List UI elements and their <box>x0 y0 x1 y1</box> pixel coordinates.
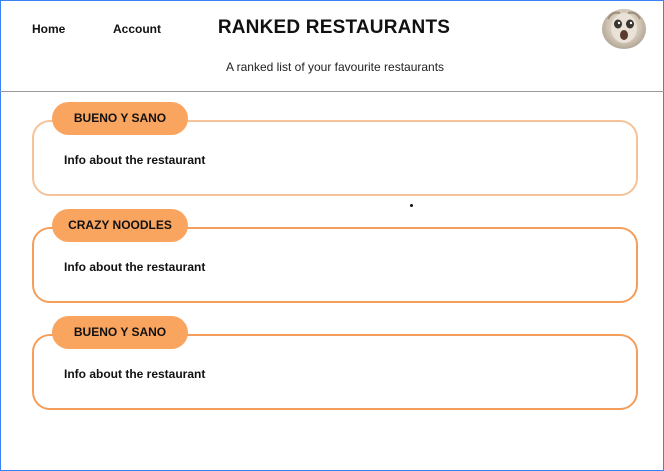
page-subtitle: A ranked list of your favourite restaura… <box>225 60 445 74</box>
avatar-face-icon <box>607 11 641 43</box>
restaurant-info: Info about the restaurant <box>64 367 206 381</box>
restaurant-name-badge[interactable]: CRAZY NOODLES <box>52 209 188 242</box>
restaurant-name-badge[interactable]: BUENO Y SANO <box>52 102 188 135</box>
restaurant-info: Info about the restaurant <box>64 260 206 274</box>
restaurant-name-badge[interactable]: BUENO Y SANO <box>52 316 188 349</box>
avatar[interactable] <box>602 9 646 49</box>
header-divider <box>0 91 664 92</box>
page-title: RANKED RESTAURANTS <box>217 17 451 38</box>
stray-dot <box>410 204 413 207</box>
restaurant-info: Info about the restaurant <box>64 153 206 167</box>
